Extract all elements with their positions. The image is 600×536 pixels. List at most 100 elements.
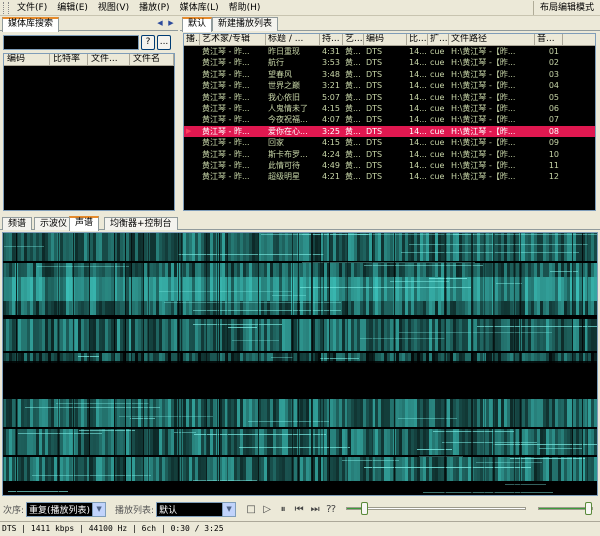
tab-spectrum[interactable]: 频谱 (2, 217, 33, 230)
cell-bitrate: 14... (409, 92, 427, 102)
previous-button[interactable]: ⏮ (292, 501, 306, 517)
playlist-header: 播... 艺术家/专辑 标题 / ... 持... 艺... 编码 比... 扩… (184, 34, 595, 46)
cell-title: 望春风 (268, 69, 292, 79)
library-results-table[interactable]: 编码 比特率 文件... 文件名 (3, 53, 175, 211)
col-codec[interactable]: 编码 (364, 34, 407, 46)
table-row[interactable]: 黄江琴 - 昨... 世界之巅 3:21 黄... DTS 14... cue H:\黄江琴 … (184, 80, 595, 91)
pause-button[interactable]: ⏸ (276, 501, 290, 517)
cell-file-path: H:\黄江琴 -【昨... (451, 81, 516, 91)
col-artist[interactable]: 艺... (343, 34, 364, 46)
col-track[interactable]: 音... (535, 34, 563, 46)
table-row[interactable]: 黄江琴 - 昨... 斯卡布罗... 4:24 黄... DTS 14... cue H:\黄… (184, 149, 595, 160)
tab-equalizer-console[interactable]: 均衡器+控制台 (104, 217, 178, 230)
seek-bar[interactable] (346, 502, 527, 516)
tab-oscilloscope[interactable]: 示波仪 (34, 217, 74, 230)
col-artist-album[interactable]: 艺术家/专辑 (200, 34, 266, 46)
cell-extension: cue (430, 69, 445, 79)
cell-playing-indicator (184, 57, 200, 68)
cell-bitrate: 14... (409, 126, 427, 136)
playlist-table[interactable]: 播... 艺术家/专辑 标题 / ... 持... 艺... 编码 比... 扩… (183, 33, 596, 211)
cell-file-path: H:\黄江琴 -【昨... (451, 149, 516, 159)
tab-library-search[interactable]: 媒体库搜索 (2, 17, 60, 32)
col-bitrate[interactable]: 比... (407, 34, 428, 46)
random-icon: ⁇ (326, 503, 336, 515)
cell-file-path: H:\黄江琴 -【昨... (451, 47, 516, 56)
cell-artist: 黄... (345, 115, 361, 125)
tab-nav: ◀ ▶ (155, 18, 176, 29)
menu-view[interactable]: 视图(V) (93, 1, 134, 15)
table-row[interactable]: 黄江琴 - 昨... 今夜祝福... 4:07 黄... DTS 14... cue H:\黄… (184, 114, 595, 125)
tab-prev-icon[interactable]: ◀ (155, 18, 165, 29)
library-search-input[interactable] (3, 35, 139, 50)
table-row[interactable]: 黄江琴 - 昨... 昨日重现 4:31 黄... DTS 14... cue H:\黄江琴 … (184, 46, 595, 57)
table-row[interactable]: 黄江琴 - 昨... 此情可待 4:49 黄... DTS 14... cue H:\黄江琴 … (184, 160, 595, 171)
volume-thumb[interactable] (585, 502, 593, 515)
col-duration[interactable]: 持... (320, 34, 343, 46)
cell-extension: cue (430, 115, 445, 125)
table-row[interactable]: ▶ 黄江琴 - 昨... 爱你在心... 3:25 黄... DTS 14... cue H:\… (184, 125, 595, 138)
search-options-button[interactable]: ... (157, 35, 171, 50)
menu-edit[interactable]: 编辑(E) (52, 1, 93, 15)
search-help-button[interactable]: ? (141, 35, 155, 50)
pause-icon: ⏸ (280, 503, 286, 515)
toolbar-grip[interactable] (3, 1, 9, 14)
col-file-path[interactable]: 文件路径 (449, 34, 535, 46)
volume-level (539, 508, 587, 509)
seek-progress (347, 508, 363, 509)
order-select[interactable]: 重复(播放列表) ▼ (26, 501, 107, 517)
table-row[interactable]: 黄江琴 - 昨... 超级明星 4:21 黄... DTS 14... cue H:\黄江琴 … (184, 171, 595, 182)
tab-playlist-default[interactable]: 默认 (182, 17, 213, 32)
menu-library[interactable]: 媒体库(L) (175, 1, 224, 15)
tab-next-icon[interactable]: ▶ (166, 18, 176, 29)
table-row[interactable]: 黄江琴 - 昨... 我心依旧 5:07 黄... DTS 14... cue H:\黄江琴 … (184, 92, 595, 103)
cell-artist-album: 黄江琴 - 昨... (202, 160, 250, 170)
menu-file[interactable]: 文件(F) (12, 1, 52, 15)
next-button[interactable]: ⏭ (308, 501, 322, 517)
cell-duration: 4:24 (322, 149, 340, 159)
col-extension[interactable]: 扩... (428, 34, 449, 46)
random-button[interactable]: ⁇ (324, 501, 338, 517)
cell-extension: cue (430, 47, 445, 56)
playlist-select[interactable]: 默认 ▼ (156, 501, 237, 517)
cell-file-path: H:\黄江琴 -【昨... (451, 115, 516, 125)
lib-col-bitrate[interactable]: 比特率 (50, 54, 88, 66)
stop-button[interactable]: □ (244, 501, 258, 517)
cell-artist: 黄... (345, 81, 361, 91)
cell-track-number: 12 (548, 172, 559, 182)
seek-thumb[interactable] (361, 502, 369, 515)
tab-spectrogram[interactable]: 声谱 (69, 216, 100, 231)
col-title[interactable]: 标题 / ... (266, 34, 320, 46)
lib-col-filename[interactable]: 文件名 (130, 54, 174, 66)
table-row[interactable]: 黄江琴 - 昨... 人鬼情未了 4:15 黄... DTS 14... cue H:\黄江琴… (184, 103, 595, 114)
cell-extension: cue (430, 149, 445, 159)
cell-bitrate: 14... (409, 138, 427, 148)
lib-col-codec[interactable]: 编码 (4, 54, 50, 66)
library-tabstrip: 媒体库搜索 ◀ ▶ (0, 17, 178, 32)
cell-artist: 黄... (345, 149, 361, 159)
play-button[interactable]: ▷ (260, 501, 274, 517)
layout-edit-mode-button[interactable]: 布局编辑模式 (532, 0, 600, 15)
cell-extension: cue (430, 160, 445, 170)
menu-help[interactable]: 帮助(H) (224, 1, 266, 15)
cell-bitrate: 14... (409, 160, 427, 170)
cell-extension: cue (430, 138, 445, 148)
cell-playing-indicator (184, 80, 200, 91)
cell-artist: 黄... (345, 172, 361, 182)
playlist-tabstrip: 默认 新建播放列表 (180, 17, 600, 32)
menu-playback[interactable]: 播放(P) (134, 1, 174, 15)
cell-extension: cue (430, 103, 445, 113)
cell-file-path: H:\黄江琴 -【昨... (451, 58, 516, 68)
lib-col-file[interactable]: 文件... (88, 54, 130, 66)
col-playing[interactable]: 播... (184, 34, 200, 46)
table-row[interactable]: 黄江琴 - 昨... 望春风 3:48 黄... DTS 14... cue H:\黄江琴 -… (184, 69, 595, 80)
tab-playlist-new[interactable]: 新建播放列表 (212, 17, 279, 31)
cell-title: 此情可待 (268, 160, 300, 170)
table-row[interactable]: 黄江琴 - 昨... 航行 3:53 黄... DTS 14... cue H:\黄江琴 -【… (184, 57, 595, 68)
volume-bar[interactable] (538, 502, 594, 516)
table-row[interactable]: 黄江琴 - 昨... 回家 4:15 黄... DTS 14... cue H:\黄江琴 -【… (184, 137, 595, 148)
cell-file-path: H:\黄江琴 -【昨... (451, 126, 516, 136)
cell-artist-album: 黄江琴 - 昨... (202, 92, 250, 102)
cell-bitrate: 14... (409, 149, 427, 159)
stop-icon: □ (246, 503, 256, 515)
cell-title: 爱你在心... (268, 126, 308, 136)
